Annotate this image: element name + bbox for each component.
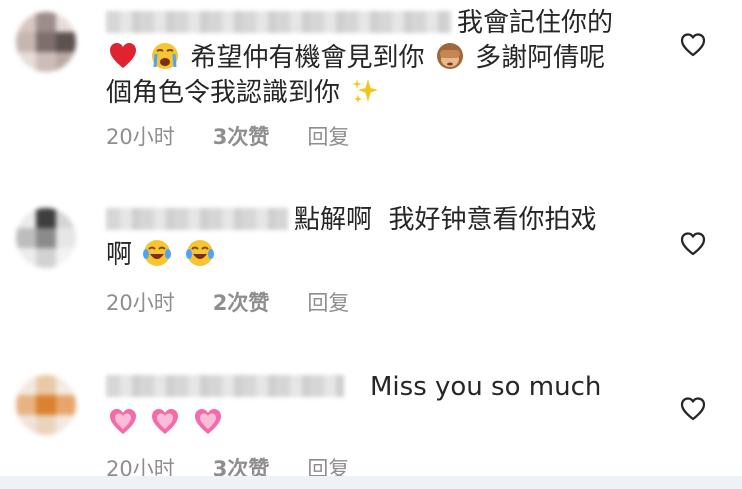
sparkles-emoji	[352, 79, 379, 103]
username[interactable]	[106, 375, 344, 397]
tears-of-joy-emoji	[185, 240, 214, 266]
comment-time: 20小时	[106, 125, 175, 149]
red-heart-emoji	[110, 43, 136, 68]
comment-meta: 20小时 3次赞 回复	[106, 121, 349, 151]
see-no-evil-monkey-emoji	[436, 43, 463, 69]
comment-text: 點解啊 我好钟意看你拍戏	[294, 205, 597, 235]
heart-outline-icon[interactable]	[680, 32, 706, 58]
comment-time: 20小时	[106, 291, 175, 315]
comment-text: 希望仲有機會見到你	[190, 43, 425, 73]
comment-body: 點解啊 我好钟意看你拍戏 啊	[106, 203, 636, 273]
comment-text: Miss you so much	[370, 372, 602, 402]
crying-face-emoji	[152, 43, 179, 69]
username[interactable]	[106, 208, 288, 230]
likes-count[interactable]: 3次赞	[213, 121, 270, 151]
comment-text: 個角色令我認識到你	[106, 78, 341, 108]
bottom-bar	[0, 476, 742, 489]
comment-body: Miss you so much	[106, 370, 636, 442]
heart-outline-icon[interactable]	[680, 396, 706, 422]
heart-outline-icon[interactable]	[680, 231, 706, 257]
tears-of-joy-emoji	[143, 240, 172, 266]
comment-text: 啊	[106, 240, 133, 270]
avatar[interactable]	[16, 208, 76, 268]
reply-button[interactable]: 回复	[307, 287, 349, 317]
username[interactable]	[106, 11, 451, 33]
comment-body: 我會記住你的 希望仲有機會見到你 多謝阿倩呢 個角色令我認識到你	[106, 6, 636, 111]
growing-heart-emoji	[152, 409, 179, 434]
comment-text: 我會記住你的	[457, 8, 614, 38]
likes-count[interactable]: 2次赞	[213, 287, 270, 317]
growing-heart-emoji	[194, 409, 221, 434]
comment-meta: 20小时 2次赞 回复	[106, 287, 349, 317]
growing-heart-emoji	[110, 409, 136, 434]
avatar[interactable]	[16, 375, 76, 435]
comment-text: 多謝阿倩呢	[475, 43, 606, 73]
reply-button[interactable]: 回复	[307, 121, 349, 151]
avatar[interactable]	[16, 12, 76, 72]
